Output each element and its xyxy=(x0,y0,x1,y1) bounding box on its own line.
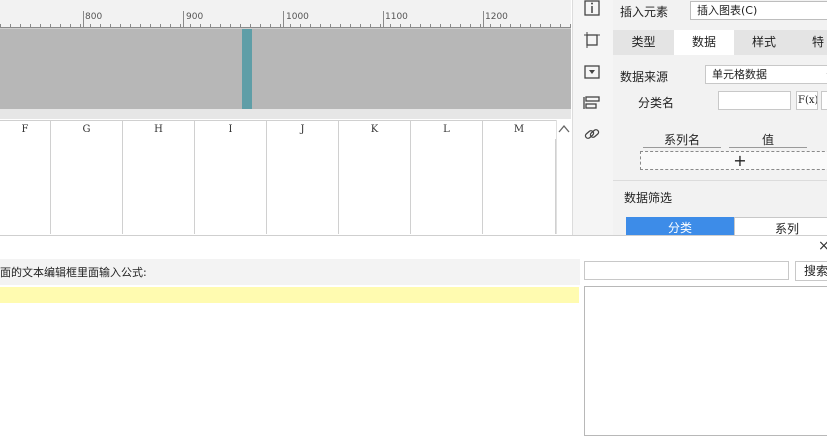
grid-line xyxy=(410,139,411,234)
info-icon[interactable] xyxy=(583,0,601,16)
more-button-partial[interactable] xyxy=(821,91,827,110)
insert-element-label: 插入元素 xyxy=(620,5,669,19)
data-filter-label: 数据筛选 xyxy=(624,191,673,205)
search-button[interactable]: 搜索 xyxy=(795,261,827,281)
ruler-label-1200: 1200 xyxy=(485,12,508,22)
chart-property-panel: 插入元素 插入图表(C) 类型 数据 样式 特效 数据来源 单元格数据 分类名 … xyxy=(613,0,827,237)
ruler-label-900: 900 xyxy=(186,12,204,22)
value-header: 值 xyxy=(762,133,775,147)
grid-line xyxy=(50,139,51,234)
tab-effects[interactable]: 特效 xyxy=(794,30,827,55)
grid-line xyxy=(266,139,267,234)
data-source-value: 单元格数据 xyxy=(712,68,767,81)
spreadsheet-grid[interactable] xyxy=(0,139,556,234)
chevron-up-icon[interactable] xyxy=(557,122,572,136)
formula-fx-button[interactable]: F(x) xyxy=(796,91,818,110)
ruler-label-1000: 1000 xyxy=(286,12,309,22)
insert-chart-select[interactable]: 插入图表(C) xyxy=(690,1,827,20)
series-name-header: 系列名 xyxy=(664,133,701,147)
tab-type[interactable]: 类型 xyxy=(613,30,674,55)
grid-line xyxy=(122,139,123,234)
canvas-bottom-strip xyxy=(0,109,571,119)
column-header-m[interactable]: M xyxy=(483,121,555,139)
filter-tab-category[interactable]: 分类 xyxy=(626,217,734,237)
vertical-scrollbar[interactable] xyxy=(556,120,572,234)
design-canvas[interactable] xyxy=(0,29,571,109)
category-name-input[interactable] xyxy=(718,91,791,110)
function-list-box[interactable] xyxy=(584,286,827,436)
panel-divider xyxy=(613,180,827,181)
grid-line xyxy=(338,139,339,234)
value-underline xyxy=(729,147,807,148)
column-header-g[interactable]: G xyxy=(51,121,123,139)
horizontal-ruler: 800 900 1000 1100 1200 xyxy=(0,0,571,29)
function-search-input[interactable] xyxy=(584,261,789,280)
column-header-k[interactable]: K xyxy=(339,121,411,139)
dropdown-icon[interactable] xyxy=(583,64,601,80)
layer-icon[interactable] xyxy=(583,95,601,111)
link-icon[interactable] xyxy=(583,126,601,142)
column-header-row: F G H I J K L M xyxy=(0,120,556,140)
close-icon[interactable]: × xyxy=(818,238,827,254)
side-icon-column xyxy=(572,0,613,236)
tab-style[interactable]: 样式 xyxy=(734,30,794,55)
tab-data[interactable]: 数据 xyxy=(674,30,734,55)
canvas-position-marker[interactable] xyxy=(242,29,252,109)
data-source-select[interactable]: 单元格数据 xyxy=(705,65,827,84)
column-header-h[interactable]: H xyxy=(123,121,195,139)
filter-tab-series[interactable]: 系列 xyxy=(734,217,827,237)
column-header-l[interactable]: L xyxy=(411,121,483,139)
grid-line xyxy=(194,139,195,234)
series-name-underline xyxy=(643,147,721,148)
category-name-label: 分类名 xyxy=(638,96,675,110)
column-header-j[interactable]: J xyxy=(267,121,339,139)
formula-hint-text: 面的文本编辑框里面输入公式: xyxy=(0,266,147,279)
frame-icon[interactable] xyxy=(583,32,601,48)
column-header-i[interactable]: I xyxy=(195,121,267,139)
column-header-f[interactable]: F xyxy=(0,121,51,139)
ruler-label-1100: 1100 xyxy=(385,12,408,22)
ruler-label-800: 800 xyxy=(85,12,103,22)
add-series-button[interactable]: + xyxy=(640,151,827,170)
grid-line xyxy=(482,139,483,234)
data-source-label: 数据来源 xyxy=(620,70,669,84)
formula-input-line[interactable] xyxy=(0,287,579,303)
